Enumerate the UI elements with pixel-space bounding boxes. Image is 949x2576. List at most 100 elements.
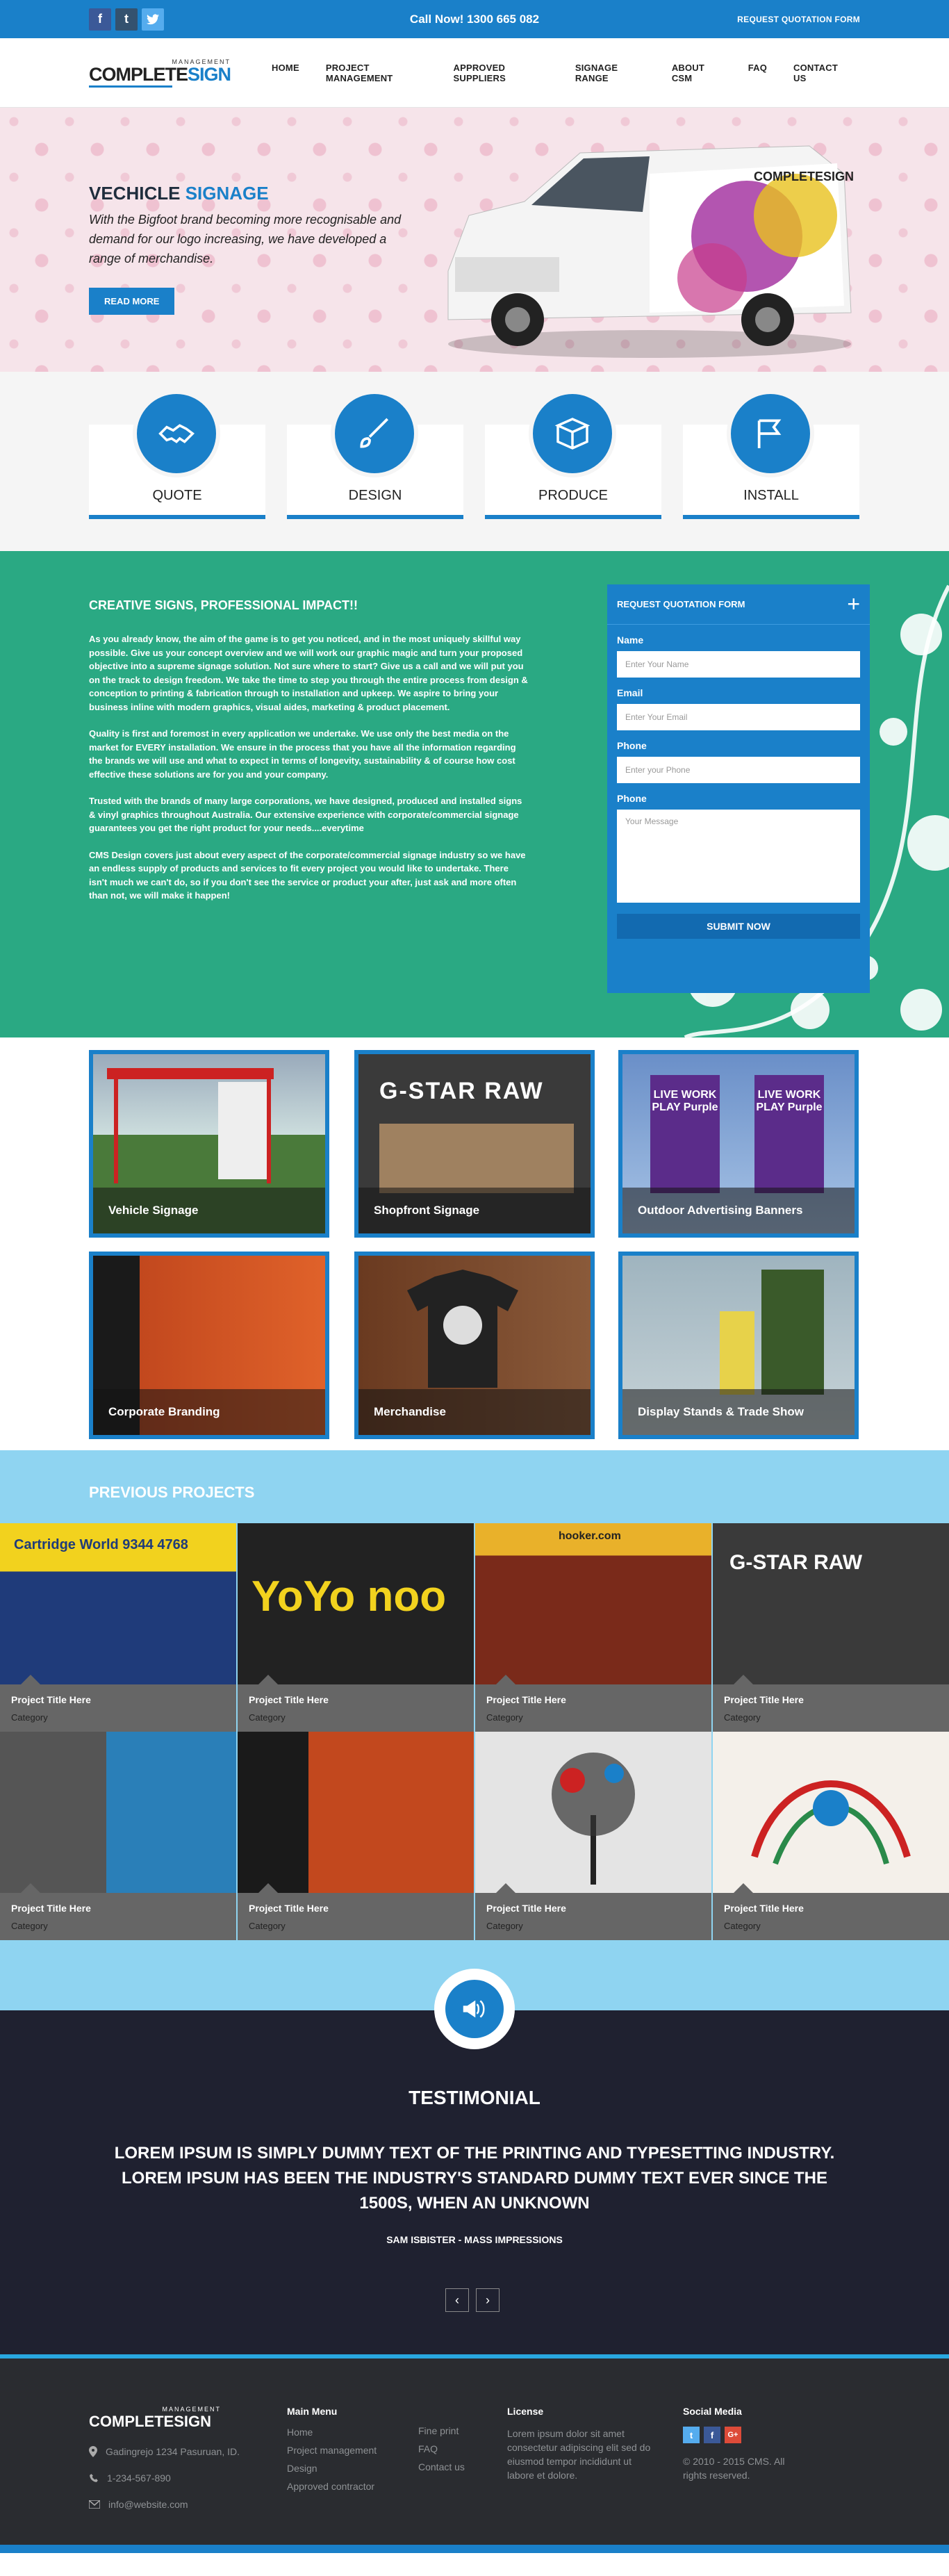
gallery-card-outdoor-banners[interactable]: LIVE WORK PLAY Purple LIVE WORK PLAY Pur… [618, 1050, 859, 1238]
phone-input[interactable]: Enter your Phone [617, 757, 860, 783]
about-text: CREATIVE SIGNS, PROFESSIONAL IMPACT!! As… [89, 598, 528, 916]
project-card[interactable]: Project Title Here Category [0, 1732, 236, 1940]
service-label: PRODUCE [538, 488, 608, 503]
project-card[interactable]: Project Title Here Category [475, 1732, 711, 1940]
request-quotation-link[interactable]: REQUEST QUOTATION FORM [737, 15, 860, 24]
plus-icon[interactable]: + [847, 591, 860, 617]
footer-email[interactable]: info@website.com [89, 2499, 240, 2510]
google-plus-icon[interactable]: G+ [725, 2427, 741, 2443]
project-image [0, 1732, 236, 1893]
project-sign-text: Cartridge World 9344 4768 [14, 1537, 188, 1552]
logo-name: COMPLETESIGN [89, 63, 231, 85]
flag-icon [727, 390, 814, 477]
gallery-card-vehicle-signage[interactable]: Vehicle Signage [89, 1050, 329, 1238]
project-card[interactable]: Project Title Here Category [713, 1732, 949, 1940]
footer-main-menu: Main Menu Home Project management Design… [287, 2406, 377, 2499]
hero-title: VECHICLE SIGNAGE [89, 183, 269, 204]
phone-label: Phone [617, 740, 647, 751]
message-textarea[interactable]: Your Message [617, 810, 860, 903]
previous-projects-section: PREVIOUS PROJECTS Cartridge World 9344 4… [0, 1450, 949, 2010]
swirl-illustration [751, 1780, 911, 1865]
submit-button[interactable]: SUBMIT NOW [617, 914, 860, 939]
project-sign-text: YoYo noo [251, 1573, 447, 1621]
footer-link-faq[interactable]: FAQ [418, 2443, 465, 2454]
project-title: Project Title Here [11, 1903, 91, 1914]
project-sign-text: G-STAR RAW [729, 1551, 863, 1574]
email-label: Email [617, 687, 643, 698]
footer-link-design[interactable]: Design [287, 2463, 377, 2474]
service-design[interactable]: DESIGN [287, 390, 463, 519]
tumblr-icon[interactable]: t [115, 8, 138, 31]
twitter-icon[interactable]: t [683, 2427, 700, 2443]
project-image: G-STAR RAW [713, 1523, 949, 1684]
phone-icon [90, 2474, 98, 2482]
quotation-form: REQUEST QUOTATION FORM + Name Enter Your… [607, 584, 870, 993]
project-image: hooker.com [475, 1523, 711, 1684]
nav-item-faq[interactable]: FAQ [748, 63, 767, 83]
about-paragraph: Trusted with the brands of many large co… [89, 796, 522, 833]
footer-logo-name[interactable]: COMPLETESIGN [89, 2413, 240, 2431]
testimonial-quote: LOREM IPSUM IS SIMPLY DUMMY TEXT OF THE … [114, 2144, 835, 2213]
twitter-icon[interactable] [142, 8, 164, 31]
project-card[interactable]: Project Title Here Category [238, 1732, 474, 1940]
location-icon [89, 2446, 97, 2457]
facebook-icon[interactable]: f [704, 2427, 720, 2443]
service-produce[interactable]: PRODUCE [485, 390, 661, 519]
form-title: REQUEST QUOTATION FORM [617, 599, 745, 609]
project-card[interactable]: YoYo noo Project Title Here Category [238, 1523, 474, 1732]
about-section: CREATIVE SIGNS, PROFESSIONAL IMPACT!! As… [0, 551, 949, 1037]
service-label: DESIGN [348, 488, 402, 503]
handshake-icon [133, 390, 220, 477]
name-input[interactable]: Enter Your Name [617, 651, 860, 678]
nav-item-project-management[interactable]: PROJECT MANAGEMENT [326, 63, 427, 83]
project-title: Project Title Here [249, 1903, 329, 1914]
testimonial-arrows: ‹ › [445, 2288, 500, 2312]
footer-link-contact-us[interactable]: Contact us [418, 2461, 465, 2472]
nav-item-home[interactable]: HOME [272, 63, 299, 83]
footer-license-text: Lorem ipsum dolor sit amet consectetur a… [507, 2428, 651, 2481]
footer-menu-col2: Fine print FAQ Contact us [418, 2425, 465, 2479]
logo[interactable]: MANAGEMENT COMPLETESIGN [89, 58, 231, 88]
box-icon [529, 390, 616, 477]
gallery-card-corporate-branding[interactable]: Corporate Branding [89, 1252, 329, 1439]
project-category: Category [486, 1921, 523, 1931]
footer-link-fine-print[interactable]: Fine print [418, 2425, 465, 2436]
service-label: INSTALL [743, 488, 799, 503]
facebook-icon[interactable]: f [89, 8, 111, 31]
footer-social: Social Media t f G+ © 2010 - 2015 CMS. A… [683, 2406, 808, 2489]
nav-item-about-csm[interactable]: ABOUT CSM [672, 63, 722, 83]
project-category: Category [724, 1921, 761, 1931]
about-paragraph: As you already know, the aim of the game… [89, 634, 528, 712]
project-card[interactable]: G-STAR RAW Project Title Here Category [713, 1523, 949, 1732]
read-more-button[interactable]: READ MORE [89, 288, 175, 315]
gallery-card-shopfront-signage[interactable]: G-STAR RAW Shopfront Signage [354, 1050, 595, 1238]
project-card[interactable]: Cartridge World 9344 4768 Project Title … [0, 1523, 236, 1732]
gallery-card-display-stands[interactable]: Display Stands & Trade Show [618, 1252, 859, 1439]
nav-item-approved-suppliers[interactable]: APPROVED SUPPLIERS [454, 63, 549, 83]
footer-link-approved-contractor[interactable]: Approved contractor [287, 2481, 377, 2492]
project-card[interactable]: hooker.com Project Title Here Category [475, 1523, 711, 1732]
caption-arrow [496, 1883, 515, 1893]
gallery-caption: Corporate Branding [93, 1389, 325, 1435]
footer-link-home[interactable]: Home [287, 2427, 377, 2438]
gallery-card-merchandise[interactable]: Merchandise [354, 1252, 595, 1439]
service-quote[interactable]: QUOTE [89, 390, 265, 519]
about-paragraph: CMS Design covers just about every aspec… [89, 849, 526, 901]
prev-arrow-icon[interactable]: ‹ [445, 2288, 469, 2312]
project-image: Cartridge World 9344 4768 [0, 1523, 236, 1684]
project-category: Category [11, 1921, 48, 1931]
project-title: Project Title Here [249, 1694, 329, 1705]
project-image [238, 1732, 474, 1893]
service-install[interactable]: INSTALL [683, 390, 859, 519]
next-arrow-icon[interactable]: › [476, 2288, 500, 2312]
tree-illustration [552, 1753, 635, 1885]
footer-brand: MANAGEMENT COMPLETESIGN Gadingrejo 1234 … [89, 2406, 240, 2510]
nav-item-contact-us[interactable]: CONTACT US [793, 63, 847, 83]
gallery-caption: Display Stands & Trade Show [622, 1389, 855, 1435]
footer-link-project-management[interactable]: Project management [287, 2445, 377, 2456]
gallery-sign-text: G-STAR RAW [379, 1078, 544, 1104]
project-category: Category [11, 1712, 48, 1723]
form-header: REQUEST QUOTATION FORM + [607, 584, 870, 625]
nav-item-signage-range[interactable]: SIGNAGE RANGE [575, 63, 645, 83]
email-input[interactable]: Enter Your Email [617, 704, 860, 730]
